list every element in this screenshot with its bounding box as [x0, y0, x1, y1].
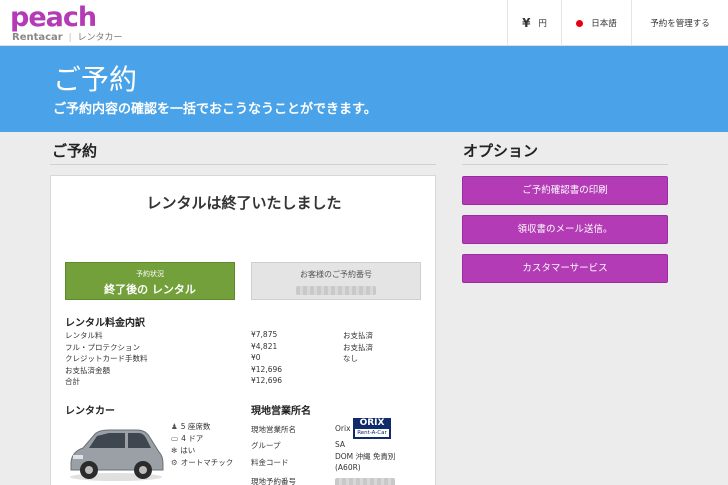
logo-sub-en: Rentacar: [12, 32, 63, 43]
fee-row: クレジットカード手数料 ¥0 なし: [65, 353, 425, 365]
reference-label: お客様のご予約番号: [300, 270, 372, 279]
yen-icon: ¥: [522, 16, 531, 30]
page-title: ご予約: [53, 63, 138, 96]
currency-label: 円: [538, 19, 547, 29]
reference-number-redacted: [296, 286, 376, 295]
status-label: 予約状況: [136, 270, 164, 278]
spec-text: オートマチック: [180, 458, 234, 467]
reference-number-box: お客様のご予約番号: [251, 262, 421, 300]
language-label: 日本語: [591, 19, 617, 29]
store-name-label: 現地営業所名: [251, 425, 296, 434]
top-bar: peach Rentacar | レンタカー ¥ 円 日本語 予約を管理する: [0, 0, 728, 46]
car-spec-doors: ▭ 4 ドア: [171, 433, 203, 444]
options-divider: [462, 164, 668, 165]
logo-subtitle: Rentacar | レンタカー: [12, 32, 123, 43]
language-selector[interactable]: 日本語: [561, 0, 631, 46]
store-name-value: Orix: [335, 424, 351, 433]
fee-row: 合計 ¥12,696: [65, 376, 425, 388]
rate-code-value-2: (A60R): [335, 463, 361, 472]
options-heading: オプション: [463, 142, 539, 160]
customer-service-button[interactable]: カスタマーサービス: [462, 254, 668, 283]
fee-breakdown-heading: レンタル料金内訳: [65, 318, 145, 329]
car-heading: レンタカー: [65, 406, 115, 417]
aircon-icon: ✻: [171, 446, 178, 455]
door-icon: ▭: [171, 434, 179, 443]
logo-sub-jp: レンタカー: [77, 33, 123, 43]
group-label: グループ: [251, 441, 281, 450]
page-subtitle: ご予約内容の確認を一括でおこうなうことができます。: [53, 102, 377, 117]
fee-amount: ¥7,875: [251, 330, 278, 339]
fee-status: お支払済: [343, 331, 373, 340]
reservation-card: レンタルは終了いたしました 予約状況 終了後の レンタル お客様のご予約番号 レ…: [50, 175, 436, 485]
print-confirmation-button[interactable]: ご予約確認書の印刷: [462, 176, 668, 205]
car-spec-aircon: ✻ はい: [171, 445, 195, 456]
spec-text: 4 ドア: [181, 434, 204, 443]
local-reference-label: 現地予約番号: [251, 477, 296, 485]
status-badge: 予約状況 終了後の レンタル: [65, 262, 235, 300]
car-image: [70, 429, 164, 481]
fee-row: レンタル料 ¥7,875 お支払済: [65, 330, 425, 342]
top-nav: ¥ 円 日本語 予約を管理する: [507, 0, 728, 46]
fee-amount: ¥12,696: [251, 376, 283, 385]
store-heading: 現地営業所名: [251, 406, 311, 417]
orix-logo-subtext: Rent-A-Car: [355, 429, 389, 437]
fee-item: レンタル料: [65, 331, 103, 340]
car-spec-transmission: ⚙ オートマチック: [171, 457, 233, 468]
rental-status-title: レンタルは終了いたしました: [146, 194, 342, 212]
email-receipt-button[interactable]: 領収書のメール送信。: [462, 215, 668, 244]
fee-status: お支払済: [343, 342, 373, 352]
rate-code-value: DOM 沖縄 免責別: [335, 452, 396, 461]
car-spec-seats: ♟ 5 座席数: [171, 421, 210, 432]
fee-row: フル・プロテクション ¥4,821 お支払済: [65, 342, 425, 354]
fee-item: クレジットカード手数料: [65, 354, 148, 363]
hero-banner: ご予約 ご予約内容の確認を一括でおこうなうことができます。: [0, 46, 728, 132]
group-value: SA: [335, 440, 346, 449]
orix-logo: ORIX Rent-A-Car: [353, 418, 391, 439]
gear-icon: ⚙: [171, 458, 178, 467]
orix-logo-text: ORIX: [359, 418, 385, 428]
fee-item: お支払済金額: [65, 365, 110, 375]
fee-table: レンタル料 ¥7,875 お支払済 フル・プロテクション ¥4,821 お支払済…: [65, 330, 425, 388]
person-icon: ♟: [171, 422, 178, 431]
japan-flag-icon: [576, 19, 584, 27]
fee-item: フル・プロテクション: [65, 342, 140, 352]
manage-reservation-link[interactable]: 予約を管理する: [631, 0, 728, 46]
spec-text: はい: [180, 446, 196, 455]
local-reference-redacted: [335, 478, 395, 485]
rate-code-label: 料金コード: [251, 458, 289, 467]
reservation-heading: ご予約: [52, 142, 98, 160]
spec-text: 5 座席数: [180, 422, 211, 431]
peach-logo[interactable]: peach: [10, 2, 97, 33]
fee-amount: ¥12,696: [251, 364, 283, 374]
fee-row: お支払済金額 ¥12,696: [65, 365, 425, 377]
fee-amount: ¥0: [251, 353, 261, 362]
fee-status: なし: [343, 354, 358, 363]
reservation-divider: [50, 164, 436, 165]
status-value: 終了後の レンタル: [104, 283, 196, 296]
fee-item: 合計: [65, 377, 80, 386]
fee-amount: ¥4,821: [251, 341, 278, 351]
currency-selector[interactable]: ¥ 円: [507, 0, 561, 46]
